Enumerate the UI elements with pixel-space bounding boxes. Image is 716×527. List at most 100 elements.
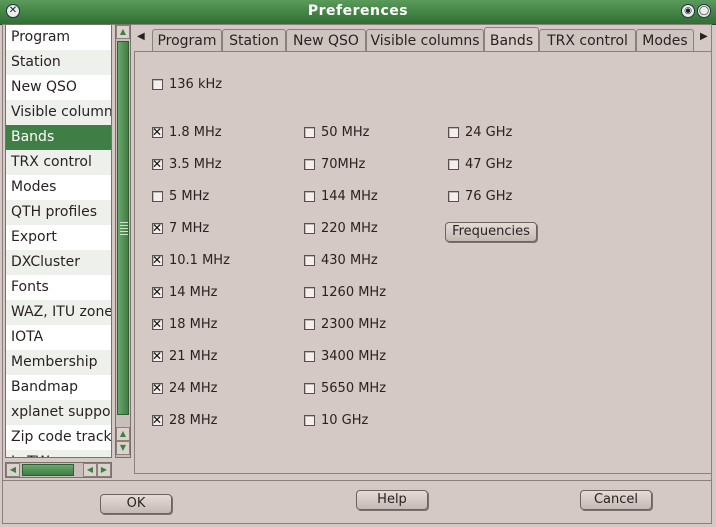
tab-scroll-left-icon[interactable]: ◀ [137, 31, 145, 42]
sidebar-item-trx-control[interactable]: TRX control [6, 150, 111, 175]
band-checkbox[interactable]: 2300 MHz [304, 316, 386, 334]
cancel-button[interactable]: Cancel [580, 490, 652, 510]
band-label: 28 MHz [169, 413, 218, 428]
band-checkbox[interactable]: 18 MHz [152, 315, 218, 334]
band-checkbox[interactable]: 3400 MHz [304, 348, 386, 366]
scroll-down-icon[interactable]: ▼ [116, 441, 130, 455]
band-checkbox[interactable]: 10 GHz [304, 412, 368, 430]
band-checkbox[interactable]: 21 MHz [152, 347, 218, 366]
checkbox-unchecked-icon[interactable] [448, 159, 459, 170]
preferences-category-list[interactable]: Program Station New QSO Visible columns Band… [5, 24, 112, 458]
band-checkbox[interactable]: 50 MHz [304, 124, 370, 142]
band-checkbox[interactable]: 5650 MHz [304, 380, 386, 398]
checkbox-unchecked-icon[interactable] [448, 191, 459, 202]
sidebar-item-modes[interactable]: Modes [6, 175, 111, 200]
checkbox-checked-icon[interactable] [152, 283, 163, 301]
checkbox-checked-icon[interactable] [152, 123, 163, 141]
sidebar-item-bandmap[interactable]: Bandmap [6, 375, 111, 400]
checkbox-checked-icon[interactable] [152, 411, 163, 429]
checkbox-unchecked-icon[interactable] [152, 191, 163, 202]
band-checkbox[interactable]: 5 MHz [152, 188, 209, 206]
sidebar-horizontal-scrollbar[interactable]: ◀ ◀ ▶ [5, 462, 112, 478]
scroll-left-icon[interactable]: ◀ [6, 463, 20, 477]
checkbox-unchecked-icon[interactable] [304, 255, 315, 266]
band-checkbox[interactable]: 47 GHz [448, 156, 512, 174]
band-label: 24 MHz [169, 381, 218, 396]
sidebar-item-qth-profiles[interactable]: QTH profiles [6, 200, 111, 225]
sidebar-item-visible-columns[interactable]: Visible columns [6, 100, 111, 125]
band-checkbox[interactable]: 144 MHz [304, 188, 378, 206]
sidebar-item-export[interactable]: Export [6, 225, 111, 250]
checkbox-unchecked-icon[interactable] [304, 415, 315, 426]
scroll-right-icon[interactable]: ▶ [97, 463, 111, 477]
sidebar-item-membership[interactable]: Membership [6, 350, 111, 375]
checkbox-unchecked-icon[interactable] [448, 127, 459, 138]
band-label: 18 MHz [169, 317, 218, 332]
band-checkbox[interactable]: 1260 MHz [304, 284, 386, 302]
sidebar-item-lotw[interactable]: LoTW [6, 450, 111, 457]
checkbox-unchecked-icon[interactable] [304, 287, 315, 298]
tab-station[interactable]: Station [222, 29, 286, 52]
sidebar-item-bands[interactable]: Bands [6, 125, 111, 150]
band-checkbox[interactable]: 28 MHz [152, 411, 218, 430]
checkbox-unchecked-icon[interactable] [304, 351, 315, 362]
band-checkbox[interactable]: 220 MHz [304, 220, 378, 238]
checkbox-unchecked-icon[interactable] [304, 383, 315, 394]
band-label: 144 MHz [321, 189, 378, 204]
checkbox-unchecked-icon[interactable] [152, 79, 163, 90]
checkbox-unchecked-icon[interactable] [304, 191, 315, 202]
tab-bands[interactable]: Bands [484, 27, 539, 53]
sidebar-item-fonts[interactable]: Fonts [6, 275, 111, 300]
scroll-up-icon[interactable]: ▲ [116, 427, 130, 441]
footer-separator [2, 480, 712, 481]
band-checkbox[interactable]: 24 GHz [448, 124, 512, 142]
minimize-icon[interactable]: ◉ [681, 4, 695, 18]
sidebar-item-xplanet-suppor[interactable]: xplanet suppor [6, 400, 111, 425]
sidebar-vertical-scrollbar[interactable]: ▲ ▲ ▼ [115, 24, 131, 458]
ok-button[interactable]: OK [100, 494, 172, 514]
sidebar-item-waz-itu-zone[interactable]: WAZ, ITU zone [6, 300, 111, 325]
checkbox-checked-icon[interactable] [152, 219, 163, 237]
checkbox-checked-icon[interactable] [152, 379, 163, 397]
band-label: 10 GHz [321, 413, 369, 428]
band-checkbox[interactable]: 1.8 MHz [152, 123, 222, 142]
tab-program[interactable]: Program [152, 29, 222, 52]
tab-scroll-right-icon[interactable]: ▶ [700, 31, 708, 42]
sidebar-item-new-qso[interactable]: New QSO [6, 75, 111, 100]
sidebar-item-station[interactable]: Station [6, 50, 111, 75]
band-checkbox[interactable]: 7 MHz [152, 219, 209, 238]
band-checkbox[interactable]: 3.5 MHz [152, 155, 222, 174]
frequencies-button[interactable]: Frequencies [445, 222, 537, 242]
checkbox-unchecked-icon[interactable] [304, 159, 315, 170]
tab-visible-columns[interactable]: Visible columns [366, 29, 484, 52]
band-label: 136 kHz [169, 77, 223, 92]
band-checkbox[interactable]: 430 MHz [304, 252, 378, 270]
band-label: 47 GHz [465, 157, 513, 172]
maximize-icon[interactable]: ◯ [697, 4, 711, 18]
scroll-left-icon[interactable]: ◀ [83, 463, 97, 477]
tab-modes[interactable]: Modes [636, 29, 694, 52]
sidebar-item-program[interactable]: Program [6, 25, 111, 50]
tab-new-qso[interactable]: New QSO [286, 29, 366, 52]
band-checkbox[interactable]: 14 MHz [152, 283, 218, 302]
checkbox-checked-icon[interactable] [152, 347, 163, 365]
sidebar-item-dxcluster[interactable]: DXCluster [6, 250, 111, 275]
band-checkbox[interactable]: 70MHz [304, 156, 365, 174]
scroll-up-icon[interactable]: ▲ [116, 25, 130, 39]
band-checkbox[interactable]: 76 GHz [448, 188, 512, 206]
band-checkbox[interactable]: 10.1 MHz [152, 251, 230, 270]
checkbox-checked-icon[interactable] [152, 315, 163, 333]
checkbox-unchecked-icon[interactable] [304, 223, 315, 234]
help-button[interactable]: Help [356, 490, 428, 510]
band-checkbox[interactable]: 24 MHz [152, 379, 218, 398]
band-checkbox[interactable]: 136 kHz [152, 76, 222, 94]
checkbox-checked-icon[interactable] [152, 155, 163, 173]
tab-trx-control[interactable]: TRX control [539, 29, 636, 52]
checkbox-unchecked-icon[interactable] [304, 127, 315, 138]
sidebar-item-iota[interactable]: IOTA [6, 325, 111, 350]
sidebar-item-zip-code-tracki[interactable]: Zip code tracki [6, 425, 111, 450]
checkbox-checked-icon[interactable] [152, 251, 163, 269]
scrollbar-thumb[interactable] [22, 464, 74, 476]
checkbox-unchecked-icon[interactable] [304, 319, 315, 330]
scrollbar-thumb[interactable] [117, 41, 129, 415]
